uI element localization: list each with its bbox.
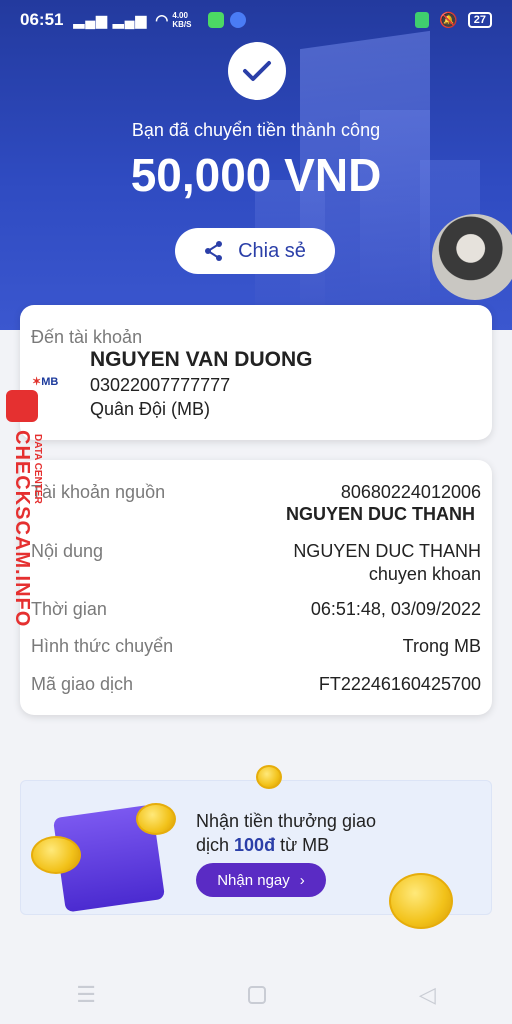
coin-graphic [256, 765, 282, 789]
source-account-name: NGUYEN DUC THANH [286, 504, 475, 524]
transfer-method-value: Trong MB [402, 636, 481, 656]
recipient-card: Đến tài khoản ✶MB NGUYEN VAN DUONG 03022… [20, 305, 492, 440]
mute-icon: 🔕 [439, 12, 458, 29]
source-account-label: Tài khoản nguồn [31, 482, 166, 502]
home-icon[interactable] [248, 985, 267, 1004]
avatar[interactable] [432, 214, 512, 300]
messenger-app-icon [230, 12, 247, 28]
coin-graphic [389, 873, 453, 929]
lock-icon [6, 390, 38, 422]
transaction-details-card: Tài khoản nguồn 80680224012006 NGUYEN DU… [20, 460, 492, 715]
watermark-text: CHECKSCAM.INFO [11, 430, 33, 628]
promo-text-line-2: dịch 100đ từ MB [196, 835, 330, 855]
network-speed: 4.00 KB/S [172, 11, 192, 29]
content-line-2: chuyen khoan [368, 564, 481, 584]
coin-graphic [31, 836, 81, 874]
shield-icon [415, 12, 430, 28]
mb-bank-logo: ✶MB [32, 376, 59, 388]
messages-app-icon [208, 12, 225, 28]
transfer-amount: 50,000 VND [130, 149, 382, 201]
menu-icon[interactable]: ☰ [76, 982, 96, 1008]
claim-now-label: Nhận ngay [217, 871, 290, 889]
system-nav-bar: ☰ ◁ [0, 965, 512, 1024]
wifi-icon: ◠ [155, 12, 169, 29]
transaction-id-value: FT22246160425700 [318, 674, 481, 694]
success-message: Bạn đã chuyển tiền thành công [131, 120, 381, 140]
watermark-subtext: DATA CENTER [32, 434, 43, 504]
coin-graphic [136, 803, 176, 835]
battery-indicator: 27 [467, 12, 492, 28]
chevron-right-icon: › [299, 871, 305, 889]
share-icon [205, 241, 223, 261]
recipient-heading: Đến tài khoản [31, 327, 143, 347]
source-account-number: 80680224012006 [340, 482, 481, 502]
success-check-icon [228, 42, 286, 100]
status-time: 06:51 [20, 10, 64, 29]
promo-text-line-1: Nhận tiền thưởng giao [196, 811, 376, 831]
recipient-account: 03022007777777 [90, 375, 231, 395]
checkscam-watermark: CHECKSCAM.INFO DATA CENTER [2, 390, 46, 640]
time-value: 06:51:48, 03/09/2022 [310, 599, 481, 619]
share-button[interactable]: Chia sẻ [175, 228, 335, 274]
signal-icon: ▂▄▆ ▂▄▆ [73, 11, 148, 28]
claim-now-button[interactable]: Nhận ngay › [196, 863, 326, 897]
transaction-id-label: Mã giao dịch [31, 674, 134, 694]
status-bar: 06:51 ▂▄▆ ▂▄▆ ◠ 4.00 KB/S 🔕 27 [0, 0, 512, 40]
recipient-name: NGUYEN VAN DUONG [90, 348, 313, 371]
content-line-1: NGUYEN DUC THANH [293, 541, 481, 561]
transfer-method-label: Hình thức chuyển [31, 636, 174, 656]
share-label: Chia sẻ [238, 239, 306, 262]
promo-banner[interactable]: Nhận tiền thưởng giao dịch 100đ từ MB Nh… [20, 765, 492, 929]
recipient-bank: Quân Đội (MB) [90, 399, 211, 419]
back-icon[interactable]: ◁ [419, 982, 436, 1008]
